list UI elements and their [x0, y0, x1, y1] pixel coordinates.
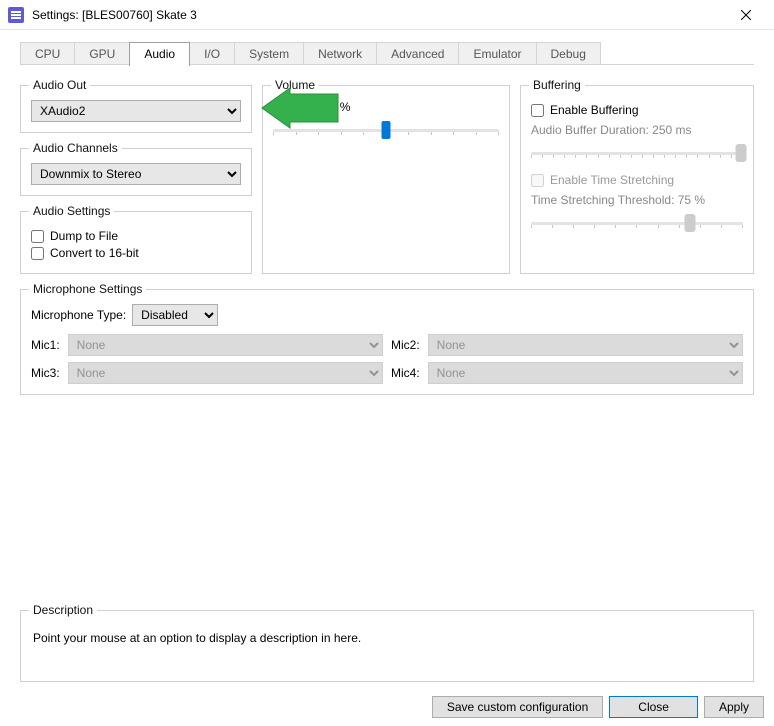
volume-group: Volume Master: 100 %	[262, 78, 510, 274]
tab-emulator[interactable]: Emulator	[458, 42, 536, 65]
mic3-select: None	[68, 362, 383, 384]
description-text: Point your mouse at an option to display…	[31, 625, 743, 671]
audio-settings-legend: Audio Settings	[29, 204, 114, 218]
stretch-threshold-label: Time Stretching Threshold: 75 %	[531, 193, 743, 207]
window-title: Settings: [BLES00760] Skate 3	[32, 8, 726, 22]
tab-audio[interactable]: Audio	[129, 42, 190, 66]
tab-advanced[interactable]: Advanced	[376, 42, 459, 65]
mic-type-label: Microphone Type:	[31, 308, 126, 322]
tab-io[interactable]: I/O	[189, 42, 235, 65]
stretch-threshold-slider	[531, 213, 743, 233]
tab-bar: CPU GPU Audio I/O System Network Advance…	[20, 42, 774, 65]
audio-channels-select[interactable]: Downmix to Stereo	[31, 163, 241, 185]
buffering-group: Buffering Enable Buffering Audio Buffer …	[520, 78, 754, 274]
titlebar: Settings: [BLES00760] Skate 3	[0, 0, 774, 30]
description-group: Description Point your mouse at an optio…	[20, 603, 754, 682]
mic1-label: Mic1:	[31, 338, 60, 352]
mic4-label: Mic4:	[391, 366, 420, 380]
slider-thumb	[735, 144, 746, 162]
slider-thumb[interactable]	[382, 121, 391, 139]
save-config-button[interactable]: Save custom configuration	[432, 696, 603, 718]
tab-gpu[interactable]: GPU	[74, 42, 130, 65]
audio-out-select[interactable]: XAudio2	[31, 100, 241, 122]
audio-out-group: Audio Out XAudio2	[20, 78, 252, 133]
microphone-legend: Microphone Settings	[29, 282, 146, 296]
microphone-group: Microphone Settings Microphone Type: Dis…	[20, 282, 754, 395]
enable-buffering-checkbox[interactable]	[531, 104, 544, 117]
mic1-select: None	[68, 334, 383, 356]
master-volume-slider[interactable]	[273, 120, 499, 140]
audio-out-legend: Audio Out	[29, 78, 90, 92]
description-legend: Description	[29, 603, 97, 617]
tab-debug[interactable]: Debug	[536, 42, 601, 65]
mic2-label: Mic2:	[391, 338, 420, 352]
master-volume-label: Master: 100 %	[273, 100, 499, 114]
buffer-duration-slider	[531, 143, 743, 163]
close-icon[interactable]	[726, 1, 766, 29]
apply-button[interactable]: Apply	[704, 696, 764, 718]
convert-16bit-checkbox[interactable]	[31, 247, 44, 260]
audio-settings-group: Audio Settings Dump to File Convert to 1…	[20, 204, 252, 274]
tab-cpu[interactable]: CPU	[20, 42, 75, 65]
enable-time-stretching-label: Enable Time Stretching	[550, 173, 674, 187]
tab-system[interactable]: System	[234, 42, 304, 65]
app-icon	[8, 7, 24, 23]
slider-thumb	[685, 214, 696, 232]
dump-to-file-checkbox[interactable]	[31, 230, 44, 243]
convert-16bit-label: Convert to 16-bit	[50, 246, 139, 260]
mic-type-select[interactable]: Disabled	[132, 304, 218, 326]
mic3-label: Mic3:	[31, 366, 60, 380]
buffering-legend: Buffering	[529, 78, 585, 92]
mic2-select: None	[428, 334, 743, 356]
audio-channels-legend: Audio Channels	[29, 141, 122, 155]
volume-legend: Volume	[271, 78, 319, 92]
audio-channels-group: Audio Channels Downmix to Stereo	[20, 141, 252, 196]
close-button[interactable]: Close	[609, 696, 698, 718]
footer: Save custom configuration Close Apply	[432, 696, 764, 718]
mic4-select: None	[428, 362, 743, 384]
enable-buffering-label: Enable Buffering	[550, 103, 639, 117]
enable-time-stretching-checkbox	[531, 174, 544, 187]
dump-to-file-label: Dump to File	[50, 229, 118, 243]
tab-network[interactable]: Network	[303, 42, 377, 65]
buffer-duration-label: Audio Buffer Duration: 250 ms	[531, 123, 743, 137]
